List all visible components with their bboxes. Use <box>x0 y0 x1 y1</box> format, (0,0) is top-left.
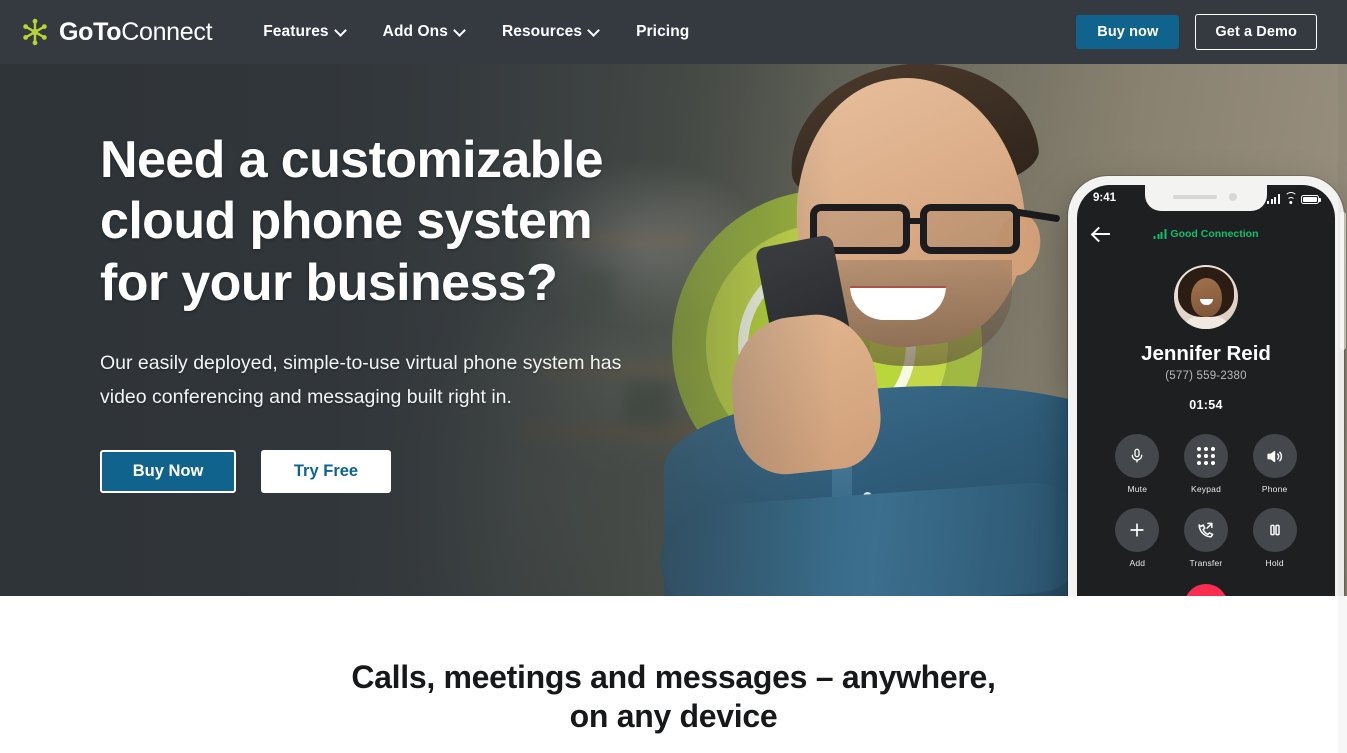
brand-logo[interactable]: GoToConnect <box>20 17 213 47</box>
speaker-icon <box>1252 434 1297 478</box>
call-control-mute-label: Mute <box>1127 484 1148 494</box>
section-title-line-1: Calls, meetings and messages – anywhere, <box>351 659 996 695</box>
chevron-down-icon <box>336 26 345 35</box>
status-bar-time: 9:41 <box>1093 192 1117 204</box>
chevron-down-icon <box>455 26 464 35</box>
phone-notch <box>1145 185 1267 211</box>
microphone-icon <box>1115 434 1160 478</box>
nav-item-pricing-label: Pricing <box>636 23 690 40</box>
value-prop-section: Calls, meetings and messages – anywhere,… <box>0 596 1347 737</box>
nav-item-resources-label: Resources <box>501 23 583 40</box>
page-scrollbar[interactable] <box>1338 64 1347 753</box>
brand-name-bold: GoTo <box>59 17 122 46</box>
keypad-icon <box>1183 434 1228 478</box>
back-arrow-icon[interactable] <box>1091 223 1113 245</box>
hero-title-line-1: Need a customizable <box>100 131 604 189</box>
call-control-add-label: Add <box>1129 558 1146 568</box>
phone-mockup: 9:41 Good Connection Jennifer Reid (577)… <box>1068 176 1344 596</box>
section-title: Calls, meetings and messages – anywhere,… <box>0 658 1347 736</box>
call-control-transfer[interactable]: Transfer <box>1172 508 1241 568</box>
end-call-wrap <box>1077 584 1335 596</box>
nav-buy-now-button[interactable]: Buy now <box>1076 15 1180 49</box>
call-control-keypad[interactable]: Keypad <box>1172 434 1241 494</box>
nav-item-features[interactable]: Features <box>244 23 363 41</box>
call-control-phone-label: Phone <box>1261 484 1288 494</box>
hero-section: Need a customizable cloud phone system f… <box>0 64 1347 596</box>
call-control-keypad-label: Keypad <box>1190 484 1221 494</box>
nav-item-add-ons[interactable]: Add Ons <box>364 23 483 41</box>
status-bar-icons <box>1267 192 1321 204</box>
nav-item-resources[interactable]: Resources <box>483 23 617 41</box>
call-control-phone[interactable]: Phone <box>1240 434 1309 494</box>
call-controls-grid: Mute Keypad Phone Add Transfer Hold <box>1077 434 1335 568</box>
call-control-add[interactable]: Add <box>1103 508 1172 568</box>
scrollbar-thumb[interactable] <box>1340 212 1346 350</box>
battery-icon <box>1301 194 1321 204</box>
connection-status: Good Connection <box>1153 228 1259 240</box>
hero-try-free-button[interactable]: Try Free <box>261 450 391 494</box>
caller-name: Jennifer Reid <box>1141 342 1271 365</box>
plus-icon <box>1115 508 1160 552</box>
goto-asterisk-logo-icon <box>20 17 50 47</box>
call-transfer-icon <box>1183 508 1228 552</box>
call-control-hold[interactable]: Hold <box>1240 508 1309 568</box>
call-duration-timer: 01:54 <box>1189 398 1223 412</box>
brand-name-light: Connect <box>121 17 213 46</box>
nav-item-pricing[interactable]: Pricing <box>617 23 708 41</box>
nav-get-demo-button[interactable]: Get a Demo <box>1195 14 1317 50</box>
connection-signal-icon <box>1153 229 1167 239</box>
caller-phone-number: (577) 559-2380 <box>1165 370 1247 382</box>
hero-buy-now-button[interactable]: Buy Now <box>100 450 236 494</box>
section-title-line-2: on any device <box>569 698 778 735</box>
chevron-down-icon <box>589 26 598 35</box>
signal-icon <box>1267 194 1280 204</box>
caller-avatar <box>1174 265 1238 329</box>
connection-status-label: Good Connection <box>1170 228 1259 240</box>
top-navigation-bar: GoToConnect Features Add Ons Resources P… <box>0 0 1347 64</box>
primary-nav: Features Add Ons Resources Pricing <box>244 23 708 41</box>
call-control-hold-label: Hold <box>1265 558 1284 568</box>
nav-item-features-label: Features <box>263 23 329 40</box>
nav-item-add-ons-label: Add Ons <box>382 23 448 40</box>
hero-title: Need a customizable cloud phone system f… <box>100 130 700 314</box>
earpiece-speaker <box>1173 195 1217 199</box>
hero-subtitle: Our easily deployed, simple-to-use virtu… <box>100 352 622 408</box>
hero-copy-block: Need a customizable cloud phone system f… <box>100 130 700 494</box>
hero-title-line-2: cloud phone system <box>100 192 593 251</box>
hero-title-line-3: for your business? <box>100 253 558 312</box>
phone-screen: 9:41 Good Connection Jennifer Reid (577)… <box>1077 185 1335 596</box>
hero-cta-group: Buy Now Try Free <box>100 450 700 494</box>
pause-icon <box>1252 508 1297 552</box>
front-camera-icon <box>1229 193 1237 201</box>
nav-actions: Buy now Get a Demo <box>1076 14 1317 50</box>
call-control-transfer-label: Transfer <box>1189 558 1223 568</box>
call-control-mute[interactable]: Mute <box>1103 434 1172 494</box>
wifi-icon <box>1284 192 1297 204</box>
call-top-bar: Good Connection <box>1077 217 1335 251</box>
caller-avatar-wrap <box>1077 265 1335 329</box>
end-call-button[interactable] <box>1184 584 1228 596</box>
